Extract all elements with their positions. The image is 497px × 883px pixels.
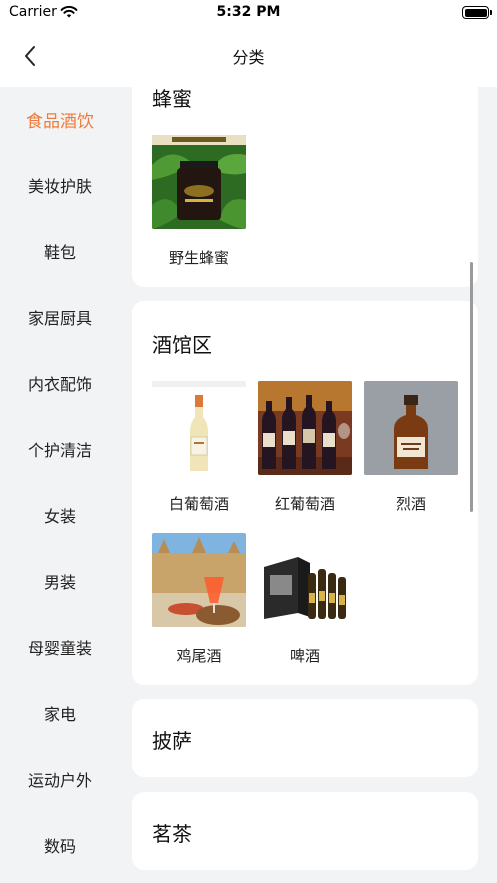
- product-name: 鸡尾酒: [176, 647, 222, 665]
- section-title: 蜂蜜: [152, 87, 192, 111]
- sidebar-item-womens[interactable]: 女装: [0, 495, 120, 535]
- battery-icon: [462, 6, 489, 19]
- product-image-honey-jar: [152, 135, 246, 229]
- section-title: 酒馆区: [152, 333, 212, 357]
- sidebar-item-home-kitchen[interactable]: 家居厨具: [0, 297, 120, 337]
- scrollbar[interactable]: [470, 262, 473, 512]
- product-item-white-wine[interactable]: 白葡萄酒: [152, 381, 246, 513]
- product-name: 红葡萄酒: [274, 495, 335, 513]
- clock: 5:32 PM: [216, 4, 281, 20]
- product-name: 白葡萄酒: [168, 495, 229, 513]
- section-title: 茗茶: [152, 822, 192, 846]
- sidebar-item-underwear[interactable]: 内衣配饰: [0, 363, 120, 403]
- status-bar: Carrier 5:32 PM: [0, 0, 497, 26]
- product-item-spirits[interactable]: 烈酒: [364, 381, 458, 513]
- sidebar-item-digital[interactable]: 数码: [0, 825, 120, 865]
- sidebar-item-shoes-bags[interactable]: 鞋包: [0, 231, 120, 271]
- page-title: 分类: [232, 48, 265, 67]
- sidebar-item-beauty[interactable]: 美妆护肤: [0, 165, 120, 205]
- product-image-red-wine: [258, 381, 352, 475]
- product-image-cocktail: [152, 533, 246, 627]
- section-card-honey: 蜂蜜 野生蜂蜜: [132, 87, 478, 287]
- product-image-white-wine: [152, 381, 246, 475]
- sidebar-item-appliances[interactable]: 家电: [0, 693, 120, 733]
- product-item-cocktail[interactable]: 鸡尾酒: [152, 533, 246, 665]
- section-card-tea[interactable]: 茗茶: [132, 792, 478, 870]
- product-name: 啤酒: [289, 647, 320, 665]
- product-image-beer: [258, 533, 352, 627]
- category-content[interactable]: 蜂蜜 野生蜂蜜 酒馆区 白葡萄酒 红葡萄酒 烈酒 鸡尾酒 啤酒 披萨 茗茶: [120, 87, 497, 883]
- sidebar-item-sports[interactable]: 运动户外: [0, 759, 120, 799]
- sidebar-item-personal-care[interactable]: 个护清洁: [0, 429, 120, 469]
- product-item-wild-honey[interactable]: 野生蜂蜜: [152, 135, 246, 267]
- product-name: 烈酒: [395, 495, 426, 513]
- section-card-pizza[interactable]: 披萨: [132, 699, 478, 777]
- section-title: 披萨: [152, 729, 192, 753]
- nav-bar: 分类: [0, 26, 497, 87]
- category-sidebar: 食品酒饮 美妆护肤 鞋包 家居厨具 内衣配饰 个护清洁 女装 男装 母婴童装 家…: [0, 87, 120, 883]
- sidebar-item-food-drink[interactable]: 食品酒饮: [0, 99, 120, 139]
- product-item-red-wine[interactable]: 红葡萄酒: [258, 381, 352, 513]
- battery-tip: [490, 10, 492, 15]
- product-item-beer[interactable]: 啤酒: [258, 533, 352, 665]
- section-card-wine-bar: 酒馆区 白葡萄酒 红葡萄酒 烈酒 鸡尾酒 啤酒: [132, 301, 478, 685]
- product-name: 野生蜂蜜: [168, 249, 229, 267]
- sidebar-item-mens[interactable]: 男装: [0, 561, 120, 601]
- product-image-spirits: [364, 381, 458, 475]
- sidebar-item-baby-kids[interactable]: 母婴童装: [0, 627, 120, 667]
